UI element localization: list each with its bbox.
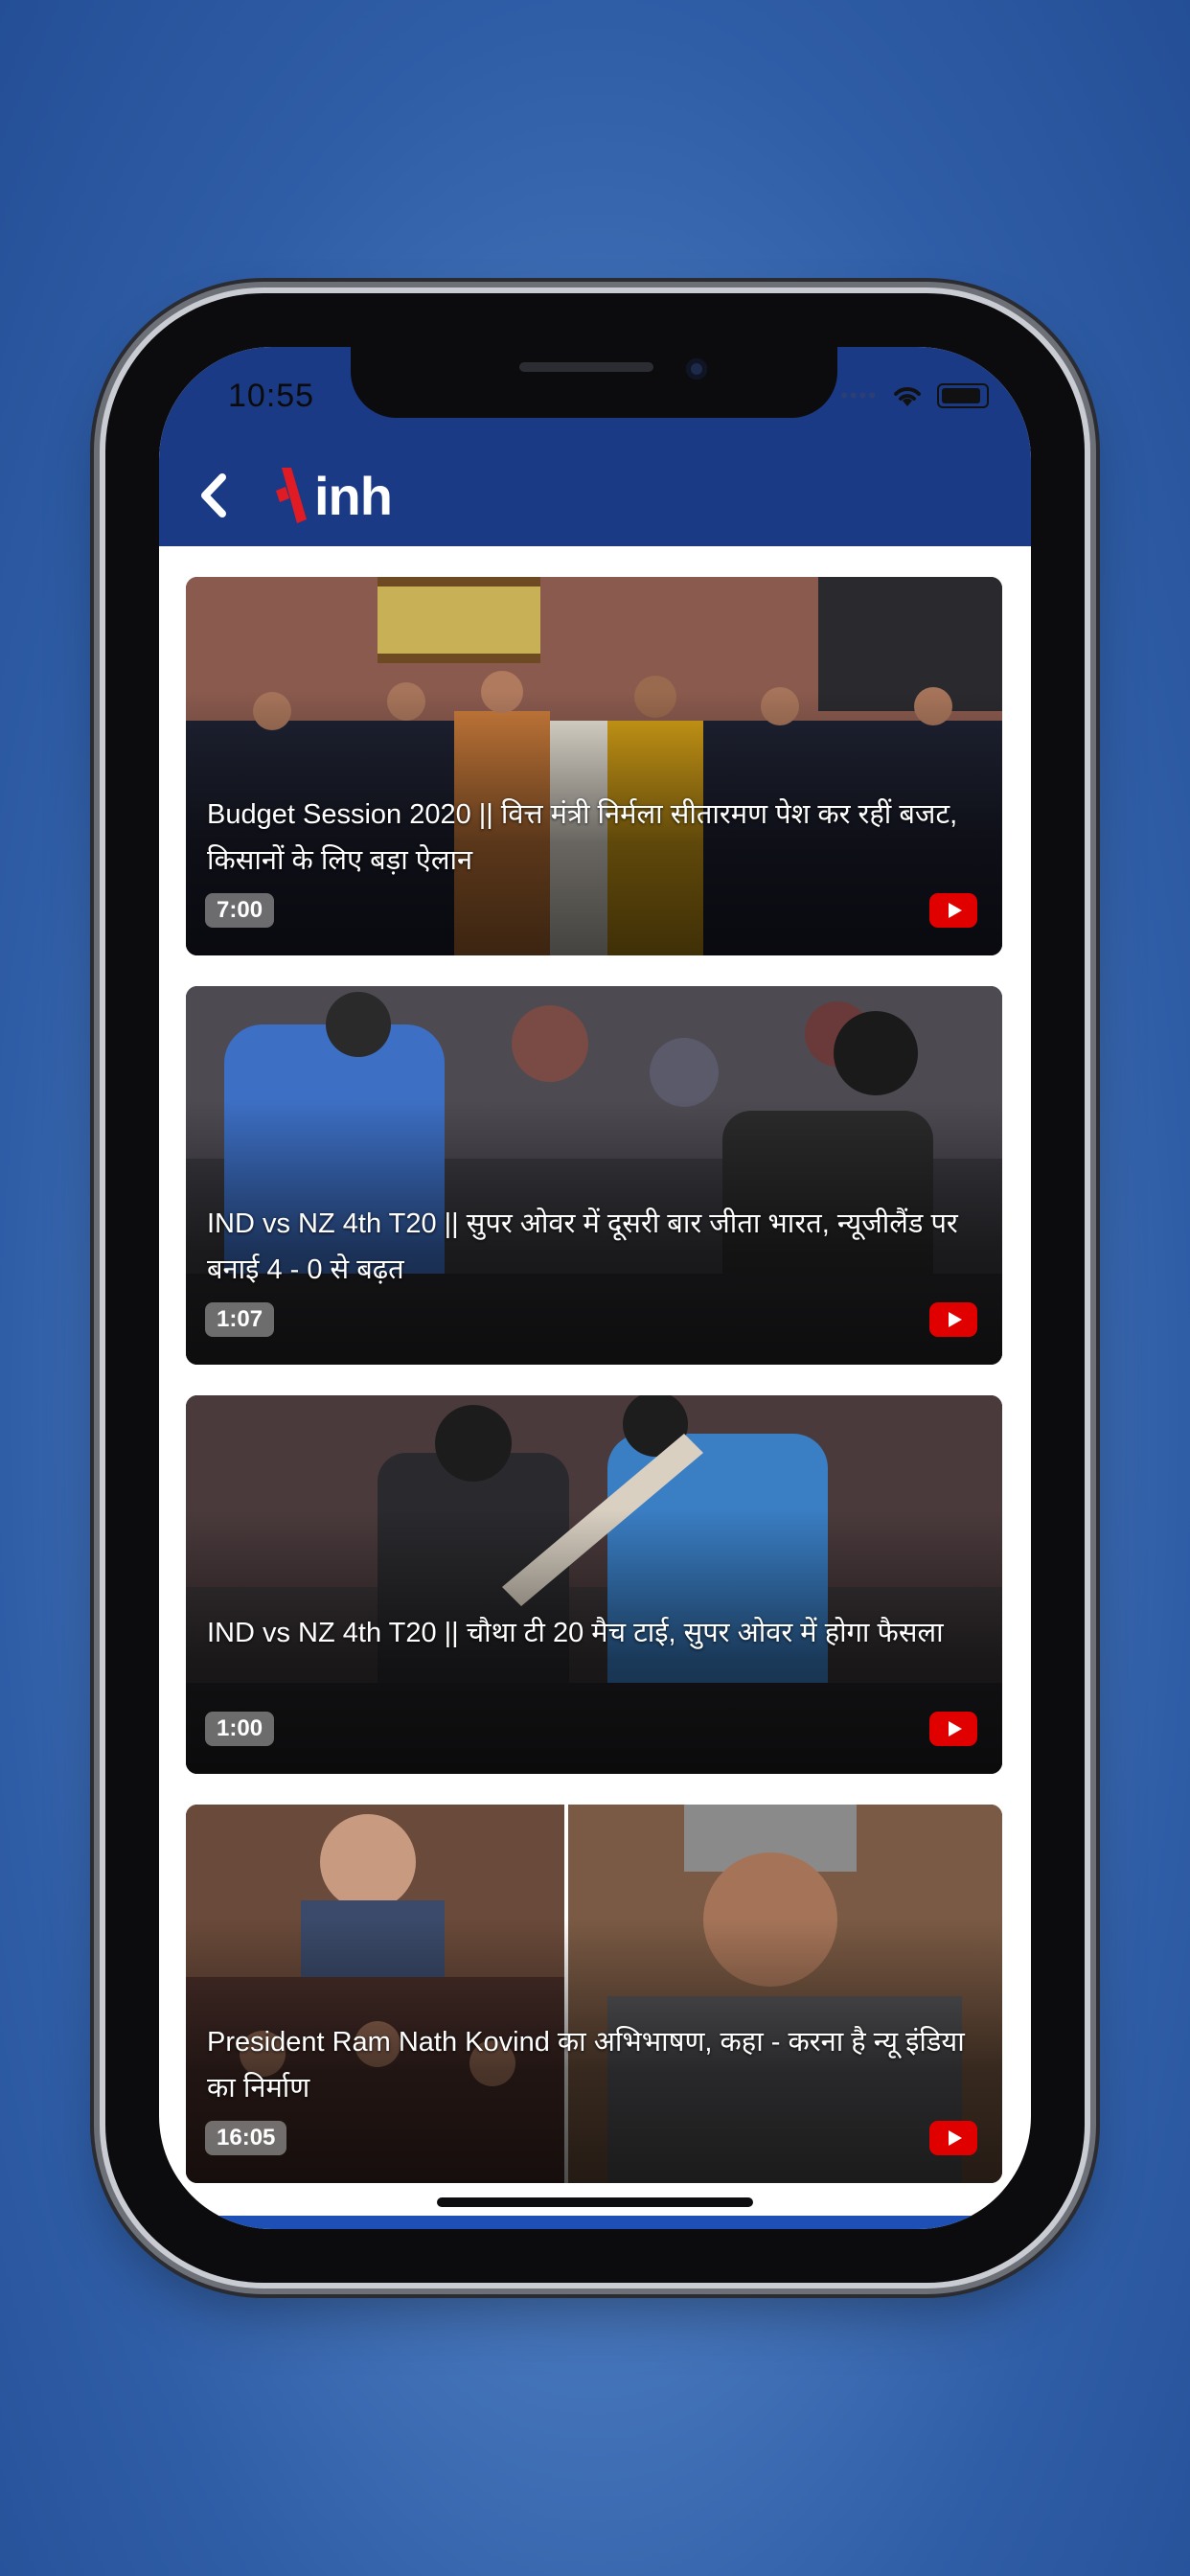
video-title: IND vs NZ 4th T20 || सुपर ओवर में दूसरी … [207, 1208, 958, 1285]
video-list: Budget Session 2020 || वित्त मंत्री निर्… [186, 577, 1002, 2214]
video-duration: 1:07 [205, 1302, 275, 1337]
video-card[interactable]: Budget Session 2020 || वित्त मंत्री निर्… [186, 577, 1002, 955]
thumbnail-gradient [186, 986, 1002, 1365]
brand-logo-text: inh [314, 465, 393, 526]
app-header: inh [159, 445, 1031, 546]
home-indicator[interactable] [437, 2197, 753, 2207]
back-button[interactable] [184, 464, 247, 527]
next-card-peek [186, 2216, 1002, 2229]
video-title: IND vs NZ 4th T20 || चौथा टी 20 मैच टाई,… [207, 1618, 944, 1648]
speaker-grille [519, 362, 653, 372]
video-card[interactable]: IND vs NZ 4th T20 || सुपर ओवर में दूसरी … [186, 986, 1002, 1365]
notch [351, 347, 837, 418]
thumbnail-gradient [186, 1395, 1002, 1774]
thumbnail-gradient [186, 577, 1002, 955]
status-time: 10:55 [228, 378, 315, 414]
video-duration: 7:00 [205, 893, 275, 928]
battery-icon [937, 383, 989, 408]
app-screen: 10:55 •••• inh Budget Session 2020 || वि… [159, 347, 1031, 2229]
signal-dots-icon: •••• [840, 383, 878, 407]
front-camera [686, 358, 707, 380]
video-duration: 16:05 [205, 2121, 287, 2155]
brand-mark-icon [276, 468, 307, 523]
video-title: President Ram Nath Kovind का अभिभाषण, कह… [207, 2027, 965, 2104]
phone-frame: 10:55 •••• inh Budget Session 2020 || वि… [105, 293, 1085, 2283]
video-card[interactable]: IND vs NZ 4th T20 || चौथा टी 20 मैच टाई,… [186, 1395, 1002, 1774]
thumbnail-gradient [186, 1805, 1002, 2183]
video-card[interactable]: President Ram Nath Kovind का अभिभाषण, कह… [186, 1805, 1002, 2183]
youtube-play-icon[interactable] [929, 1302, 977, 1337]
brand-logo: inh [274, 462, 393, 529]
back-chevron-icon [201, 473, 226, 518]
youtube-play-icon[interactable] [929, 893, 977, 928]
video-title: Budget Session 2020 || वित्त मंत्री निर्… [207, 799, 958, 876]
wifi-icon [894, 387, 921, 406]
youtube-play-icon[interactable] [929, 1712, 977, 1746]
youtube-play-icon[interactable] [929, 2121, 977, 2155]
status-icons: •••• [840, 383, 989, 408]
video-duration: 1:00 [205, 1712, 275, 1746]
